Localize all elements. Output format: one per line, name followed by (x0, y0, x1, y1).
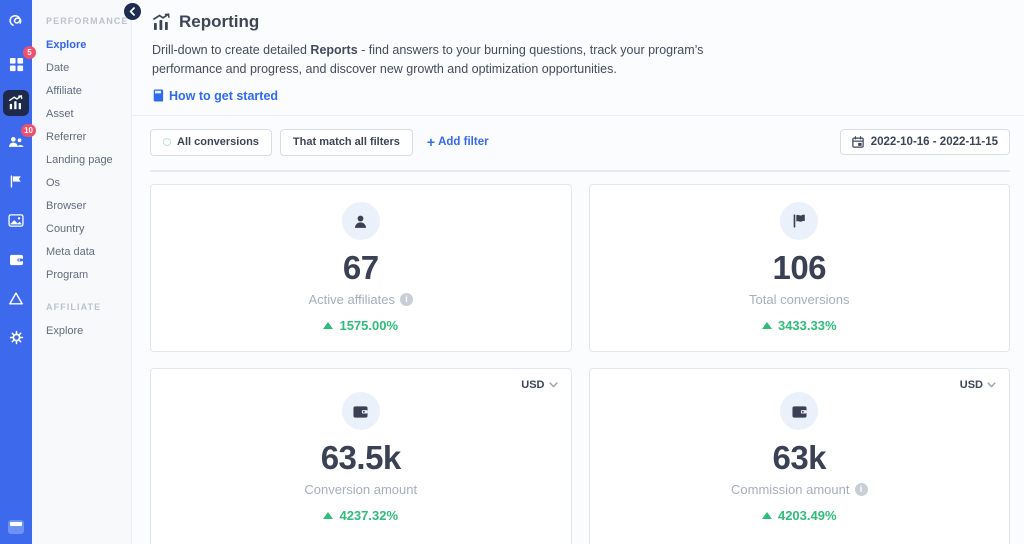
delta-text: 3433.33% (778, 318, 837, 333)
stat-delta: 4203.49% (762, 508, 837, 523)
scope-dot-icon (163, 138, 171, 146)
chevron-down-icon (549, 382, 558, 388)
section-divider (150, 170, 1010, 172)
stat-delta: 1575.00% (323, 318, 398, 333)
sidebar-item-program[interactable]: Program (46, 269, 123, 281)
rail-nav: 5 10 (3, 51, 29, 350)
sidebar-item-explore[interactable]: Explore (46, 39, 123, 51)
calendar-icon (852, 136, 864, 148)
page-title: Reporting (179, 12, 259, 32)
stat-label: Total conversions (749, 292, 849, 307)
trend-up-icon (323, 512, 333, 519)
trend-up-icon (323, 322, 333, 329)
stat-value: 106 (772, 249, 826, 287)
date-range-label: 2022-10-16 - 2022-11-15 (871, 136, 998, 148)
currency-label: USD (960, 379, 983, 391)
stat-value: 63.5k (321, 439, 401, 477)
chevron-down-icon (987, 382, 996, 388)
collapse-sidebar-button[interactable] (124, 3, 141, 20)
conversions-flag-icon[interactable] (3, 168, 29, 194)
wallet-icon (780, 392, 818, 430)
stat-label-text: Commission amount (731, 482, 850, 497)
delta-text: 1575.00% (339, 318, 398, 333)
date-range-picker[interactable]: 2022-10-16 - 2022-11-15 (840, 129, 1010, 155)
affiliates-people-icon[interactable]: 10 (3, 129, 29, 155)
currency-label: USD (521, 379, 544, 391)
all-conversions-button[interactable]: All conversions (150, 129, 272, 156)
info-icon[interactable]: i (400, 293, 413, 306)
stat-label: Commission amount i (731, 482, 868, 497)
delta-text: 4237.32% (339, 508, 398, 523)
delta-text: 4203.49% (778, 508, 837, 523)
stat-value: 67 (343, 249, 379, 287)
dashboard-grid-icon[interactable]: 5 (3, 51, 29, 77)
sidebar-item-referrer[interactable]: Referrer (46, 131, 123, 143)
reporting-chart-icon (152, 13, 171, 31)
person-icon (342, 202, 380, 240)
main-content: Reporting Drill-down to create detailed … (132, 0, 1024, 544)
stat-label-text: Active affiliates (309, 292, 395, 307)
affiliates-badge: 10 (21, 124, 36, 137)
chevron-left-icon (128, 7, 137, 16)
sidebar-item-affiliate-explore[interactable]: Explore (46, 325, 123, 337)
stat-label: Conversion amount (304, 482, 417, 497)
trend-up-icon (762, 512, 772, 519)
program-triangle-icon[interactable] (3, 285, 29, 311)
currency-selector[interactable]: USD (521, 379, 557, 391)
add-filter-label: Add filter (438, 136, 488, 148)
stat-cards-grid: 67 Active affiliates i 1575.00% 106 Tota… (150, 184, 1010, 544)
sidebar-item-os[interactable]: Os (46, 177, 123, 189)
sidebar-item-affiliate[interactable]: Affiliate (46, 85, 123, 97)
stat-value: 63k (772, 439, 826, 477)
how-to-link-label: How to get started (169, 89, 278, 103)
stat-card-commission-amount: USD 63k Commission amount i 4203.49% (589, 368, 1011, 544)
all-conversions-label: All conversions (177, 136, 259, 148)
page-description: Drill-down to create detailed Reports - … (152, 41, 732, 80)
book-icon (152, 89, 164, 102)
add-filter-button[interactable]: + Add filter (427, 135, 489, 149)
sidebar-item-browser[interactable]: Browser (46, 200, 123, 212)
sidebar-heading-performance: PERFORMANCE (46, 16, 123, 26)
dashboard-badge: 5 (23, 46, 36, 59)
sidebar-item-country[interactable]: Country (46, 223, 123, 235)
sidebar-heading-affiliate: AFFILIATE (46, 302, 123, 312)
plus-icon: + (427, 135, 435, 149)
primary-icon-rail: 5 10 (0, 0, 32, 544)
trend-up-icon (762, 322, 772, 329)
stat-card-active-affiliates: 67 Active affiliates i 1575.00% (150, 184, 572, 352)
secondary-sidebar: PERFORMANCE Explore Date Affiliate Asset… (32, 0, 132, 544)
description-prefix: Drill-down to create detailed (152, 43, 310, 57)
sidebar-item-date[interactable]: Date (46, 62, 123, 74)
sidebar-item-asset[interactable]: Asset (46, 108, 123, 120)
page-header: Reporting Drill-down to create detailed … (132, 0, 1024, 116)
rail-bottom (8, 520, 24, 534)
match-all-filters-button[interactable]: That match all filters (280, 129, 413, 156)
how-to-get-started-link[interactable]: How to get started (152, 89, 1004, 103)
sidebar-item-meta-data[interactable]: Meta data (46, 246, 123, 258)
flag-icon (780, 202, 818, 240)
stat-label-text: Total conversions (749, 292, 849, 307)
stat-card-conversion-amount: USD 63.5k Conversion amount 4237.32% (150, 368, 572, 544)
docs-book-icon[interactable] (8, 520, 24, 534)
settings-gear-icon[interactable] (3, 324, 29, 350)
stat-delta: 3433.33% (762, 318, 837, 333)
stat-label-text: Conversion amount (304, 482, 417, 497)
tapfiliate-logo[interactable] (5, 9, 27, 33)
assets-image-icon[interactable] (3, 207, 29, 233)
sidebar-item-landing-page[interactable]: Landing page (46, 154, 123, 166)
reports-bar-chart-icon[interactable] (3, 90, 29, 116)
payouts-wallet-icon[interactable] (3, 246, 29, 272)
description-bold: Reports (310, 43, 357, 57)
stat-card-total-conversions: 106 Total conversions 3433.33% (589, 184, 1011, 352)
stat-delta: 4237.32% (323, 508, 398, 523)
filter-bar: All conversions That match all filters +… (132, 129, 1024, 156)
wallet-icon (342, 392, 380, 430)
currency-selector[interactable]: USD (960, 379, 996, 391)
info-icon[interactable]: i (855, 483, 868, 496)
match-all-filters-label: That match all filters (293, 136, 400, 148)
stat-label: Active affiliates i (309, 292, 413, 307)
